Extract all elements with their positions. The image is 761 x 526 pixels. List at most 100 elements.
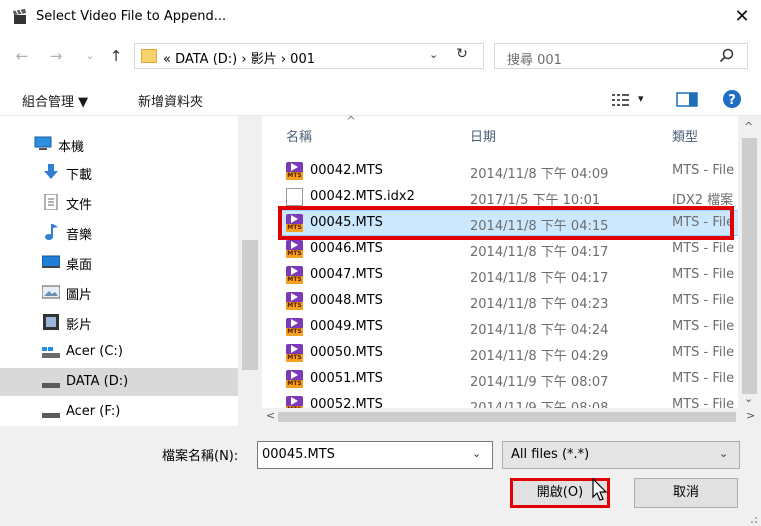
sidebar-item-label: DATA (D:) [66,374,129,389]
file-list: 名稱 ^ 日期 類型 MTS 00042.MTS 2014/11/8 下午 04… [262,116,761,426]
new-folder-button[interactable]: 新增資料夾 [138,91,203,110]
file-date: 2014/11/8 下午 04:17 [470,271,609,286]
file-row[interactable]: MTS 00049.MTS 2014/11/8 下午 04:24 MTS - F… [280,314,740,340]
file-name: 00047.MTS [310,267,383,282]
file-type: MTS - File [672,293,735,308]
sidebar-item-label: 音樂 [66,228,93,243]
window-title: Select Video File to Append... [36,9,227,24]
view-options-icon[interactable] [612,93,630,106]
cancel-button[interactable]: 取消 [634,478,738,508]
computer-icon [34,136,52,150]
mts-file-icon: MTS [286,318,303,336]
organize-button[interactable]: 組合管理 ▼ [22,91,88,110]
scrollbar-thumb[interactable] [242,240,258,370]
refresh-button[interactable]: ↻ [449,46,475,62]
folder-icon [141,49,157,63]
scrollbar-thumb[interactable] [278,412,736,422]
file-date: 2014/11/8 下午 04:24 [470,323,609,338]
sidebar-item-drive-d[interactable]: DATA (D:) [0,368,238,396]
file-row[interactable]: MTS 00047.MTS 2014/11/8 下午 04:17 MTS - F… [280,262,740,288]
title-bar: Select Video File to Append... ✕ [0,0,761,34]
column-header-name[interactable]: 名稱 [286,126,312,145]
sidebar-item-drive-c[interactable]: Acer (C:) [0,338,238,366]
sort-ascending-icon: ^ [346,116,357,128]
scroll-down-arrow[interactable]: ⌄ [744,392,753,405]
preview-pane-icon[interactable] [676,92,698,107]
sidebar-item-desktop[interactable]: 桌面 [0,248,238,276]
help-icon[interactable]: ? [722,89,742,109]
sidebar-item-downloads[interactable]: 下載 [0,158,238,186]
file-row[interactable]: MTS 00050.MTS 2014/11/8 下午 04:29 MTS - F… [280,340,740,366]
view-dropdown[interactable]: ▾ [638,92,644,105]
scroll-left-arrow[interactable]: < [266,409,275,422]
chevron-down-icon[interactable]: ⌄ [472,447,481,460]
drive-icon [42,383,60,388]
breadcrumb[interactable]: « DATA (D:) › 影片 › 001 [163,48,315,67]
file-type: MTS - File [672,371,735,386]
file-type: MTS - File [672,163,735,178]
mts-file-icon: MTS [286,240,303,258]
file-name: 00048.MTS [310,293,383,308]
search-icon[interactable] [717,47,737,65]
sidebar-item-documents[interactable]: 文件 [0,188,238,216]
desktop-icon [42,255,60,268]
forward-button[interactable]: → [46,46,66,66]
clapperboard-icon [13,9,26,24]
file-row[interactable]: MTS 00048.MTS 2014/11/8 下午 04:23 MTS - F… [280,288,740,314]
file-name: 00049.MTS [310,319,383,334]
sidebar-item-drive-f[interactable]: Acer (F:) [0,398,238,426]
file-row[interactable]: MTS 00051.MTS 2014/11/9 下午 08:07 MTS - F… [280,366,740,392]
scrollbar-thumb[interactable] [742,138,757,394]
mts-file-icon: MTS [286,266,303,284]
documents-icon [44,194,58,210]
mouse-cursor-icon [592,478,608,501]
file-name: 00051.MTS [310,371,383,386]
scroll-up-arrow[interactable]: ^ [744,120,753,133]
filename-label: 檔案名稱(N): [162,449,239,464]
filename-input[interactable]: 00045.MTS [262,447,335,462]
pictures-icon [42,285,60,299]
document-file-icon [286,188,303,206]
chevron-down-icon[interactable]: ⌄ [719,447,728,460]
file-list-vertical-scrollbar[interactable]: ^ ⌄ [738,116,761,410]
scroll-right-arrow[interactable]: > [746,409,755,422]
filename-combobox[interactable]: 00045.MTS ⌄ [257,441,493,469]
scroll-right-corner: > [738,408,761,426]
recent-locations-button[interactable]: ⌄ [80,46,100,66]
resize-grip-icon[interactable] [746,512,758,524]
sidebar-item-this-pc[interactable]: 本機 [0,130,238,158]
file-name: 00046.MTS [310,241,383,256]
svg-text:?: ? [728,93,736,108]
sidebar-item-videos[interactable]: 影片 [0,308,238,336]
sidebar-item-label: 文件 [66,198,93,213]
sidebar-item-label: 桌面 [66,258,93,273]
mts-file-icon: MTS [286,162,303,180]
sidebar-item-label: 下載 [66,168,93,183]
column-header-date[interactable]: 日期 [470,126,496,145]
file-name: 00042.MTS.idx2 [310,189,415,204]
sidebar-item-label: 本機 [58,140,85,155]
sidebar-item-label: 圖片 [66,288,93,303]
up-button[interactable]: ↑ [106,46,126,66]
file-list-horizontal-scrollbar[interactable]: < [262,408,738,426]
address-bar[interactable]: « DATA (D:) › 影片 › 001 ⌄ ↻ [134,43,484,69]
file-row[interactable]: MTS 00042.MTS 2014/11/8 下午 04:09 MTS - F… [280,158,740,184]
search-input[interactable]: 搜尋 001 [507,49,562,68]
file-date: 2014/11/8 下午 04:17 [470,245,609,260]
sidebar-item-label: Acer (F:) [66,404,121,419]
column-header-type[interactable]: 類型 [672,126,698,145]
back-button[interactable]: ← [12,46,32,66]
sidebar-item-label: Acer (C:) [66,344,123,359]
chevron-down-icon[interactable]: ⌄ [429,48,438,61]
sidebar-scrollbar[interactable] [238,116,262,426]
search-box[interactable]: 搜尋 001 [494,43,748,69]
drive-icon [42,347,60,358]
close-button[interactable]: ✕ [728,4,756,30]
drive-icon [42,413,60,418]
file-date: 2014/11/8 下午 04:09 [470,167,609,182]
sidebar-item-music[interactable]: 音樂 [0,218,238,246]
file-date: 2014/11/8 下午 04:23 [470,297,609,312]
file-type-filter[interactable]: All files (*.*) ⌄ [502,441,740,469]
file-type: MTS - File [672,345,735,360]
sidebar-item-pictures[interactable]: 圖片 [0,278,238,306]
